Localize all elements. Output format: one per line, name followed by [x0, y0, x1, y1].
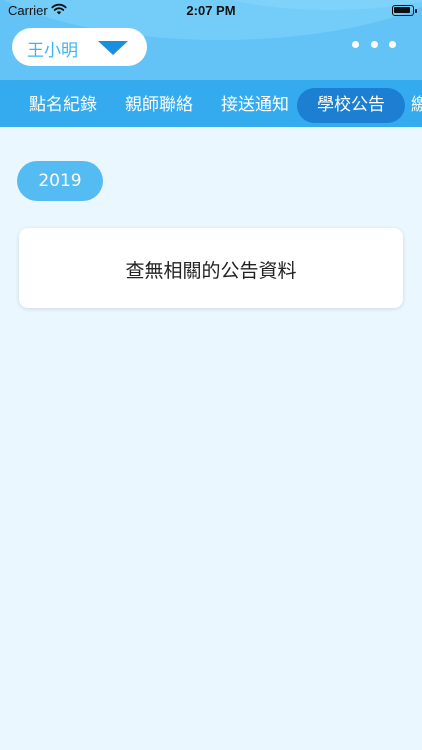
student-selector[interactable]: 王小明	[12, 28, 147, 66]
tab-parent-teacher[interactable]: 親師聯絡	[125, 88, 193, 123]
tab-bar: 點名紀錄 親師聯絡 接送通知 學校公告 繳	[0, 80, 422, 127]
announcement-card: 查無相關的公告資料	[19, 228, 403, 308]
year-filter-button[interactable]: 2019	[17, 161, 103, 201]
more-dot-icon	[389, 40, 396, 48]
battery-icon	[392, 5, 417, 16]
empty-state-message: 查無相關的公告資料	[125, 260, 297, 282]
more-dot-icon	[370, 40, 378, 48]
tab-payments[interactable]: 繳	[411, 88, 422, 123]
tab-school-announcements[interactable]: 學校公告	[297, 88, 405, 123]
chevron-down-icon	[98, 41, 128, 55]
tab-pickup-notice[interactable]: 接送通知	[221, 88, 289, 123]
more-dot-icon	[352, 40, 359, 48]
student-name: 王小明	[27, 41, 78, 61]
battery-level	[394, 7, 410, 13]
status-time: 2:07 PM	[186, 3, 236, 18]
tab-attendance[interactable]: 點名紀錄	[29, 88, 97, 123]
more-options-button[interactable]	[352, 37, 396, 51]
status-bar: Carrier 2:07 PM	[0, 0, 422, 22]
